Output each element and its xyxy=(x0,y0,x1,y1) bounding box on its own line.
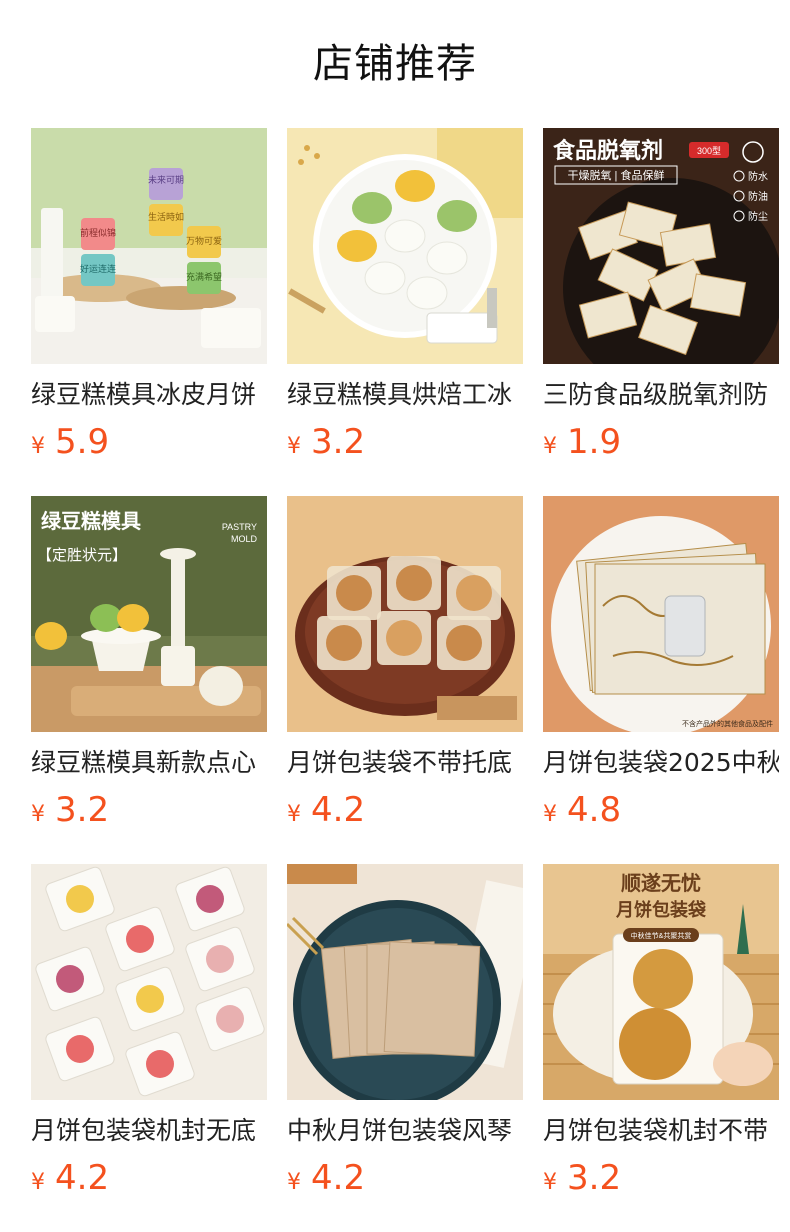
product-price: 4.2 xyxy=(311,790,366,830)
product-card[interactable]: 不含产品外的其他食品及配件 月饼包装袋2025中秋 ¥ 4.8 xyxy=(543,496,779,864)
currency-symbol: ¥ xyxy=(543,802,557,827)
mold-label: 充满希望 xyxy=(186,271,222,282)
product-price: 5.9 xyxy=(55,422,110,462)
product-price: 3.2 xyxy=(311,422,366,462)
colorful-pastries-image xyxy=(31,864,267,1100)
currency-symbol: ¥ xyxy=(287,1170,301,1195)
currency-symbol: ¥ xyxy=(31,1170,45,1195)
product-price: 3.2 xyxy=(55,790,110,830)
price-row: ¥ 5.9 xyxy=(31,420,267,464)
product-grid: 未来可期 生活時如 前程似锦 万物可爱 好运连连 充满希望 绿豆糕模具冰皮月饼 … xyxy=(31,128,790,1232)
price-row: ¥ 4.2 xyxy=(287,788,523,832)
currency-symbol: ¥ xyxy=(287,434,301,459)
mung-bean-molds-image: 未来可期 生活時如 前程似锦 万物可爱 好运连连 充满希望 xyxy=(31,128,267,364)
product-price: 4.8 xyxy=(567,790,622,830)
product-name[interactable]: 绿豆糕模具新款点心 xyxy=(31,746,267,780)
printed-bags-image: 顺遂无忧 月饼包装袋 中秋佳节&共聚共赏 xyxy=(543,864,779,1100)
product-image[interactable]: 顺遂无忧 月饼包装袋 中秋佳节&共聚共赏 xyxy=(543,864,779,1100)
product-name[interactable]: 中秋月饼包装袋风琴 xyxy=(287,1114,523,1148)
price-row: ¥ 3.2 xyxy=(287,420,523,464)
oxygen-absorber-image: 食品脱氧剂 300型 干燥脱氧 | 食品保鲜 防水 防油 防尘 xyxy=(543,128,779,364)
price-row: ¥ 4.8 xyxy=(543,788,779,832)
product-card[interactable]: 未来可期 生活時如 前程似锦 万物可爱 好运连连 充满希望 绿豆糕模具冰皮月饼 … xyxy=(31,128,267,496)
page-title: 店铺推荐 xyxy=(313,41,477,87)
product-image[interactable]: 食品脱氧剂 300型 干燥脱氧 | 食品保鲜 防水 防油 防尘 xyxy=(543,128,779,364)
corner-label: MOLD xyxy=(231,534,258,544)
product-image[interactable] xyxy=(287,496,523,732)
price-row: ¥ 4.2 xyxy=(287,1156,523,1200)
price-row: ¥ 1.9 xyxy=(543,420,779,464)
recommendation-page: 店铺推荐 未来可期 生活時如 前程似锦 万物可爱 好运连连 充满希望 绿豆糕模具… xyxy=(0,0,790,1232)
product-name[interactable]: 月饼包装袋2025中秋 xyxy=(543,746,779,780)
image-tagline: 干燥脱氧 | 食品保鲜 xyxy=(568,168,665,182)
product-name[interactable]: 三防食品级脱氧剂防 xyxy=(543,378,779,412)
cakes-on-plate-image xyxy=(287,128,523,364)
mold-label: 前程似锦 xyxy=(80,227,116,238)
image-headline: 食品脱氧剂 xyxy=(553,138,663,163)
product-image[interactable] xyxy=(287,128,523,364)
mooncakes-tray-image xyxy=(287,496,523,732)
product-name[interactable]: 月饼包装袋机封无底 xyxy=(31,1114,267,1148)
product-price: 4.2 xyxy=(55,1158,110,1198)
feature-label: 防尘 xyxy=(748,210,768,223)
product-image[interactable]: 不含产品外的其他食品及配件 xyxy=(543,496,779,732)
product-card[interactable]: 绿豆糕模具 【定胜状元】 PASTRY MOLD 绿豆糕模具新款点心 ¥ 3.2 xyxy=(31,496,267,864)
image-headline: 绿豆糕模具 xyxy=(41,509,141,533)
currency-symbol: ¥ xyxy=(543,1170,557,1195)
product-price: 1.9 xyxy=(567,422,622,462)
currency-symbol: ¥ xyxy=(543,434,557,459)
translucent-bags-image xyxy=(287,864,523,1100)
product-card[interactable]: 食品脱氧剂 300型 干燥脱氧 | 食品保鲜 防水 防油 防尘 三防食品级脱氧剂… xyxy=(543,128,779,496)
price-row: ¥ 4.2 xyxy=(31,1156,267,1200)
feature-label: 防水 xyxy=(748,170,768,183)
product-image[interactable]: 未来可期 生活時如 前程似锦 万物可爱 好运连连 充满希望 xyxy=(31,128,267,364)
product-card[interactable]: 顺遂无忧 月饼包装袋 中秋佳节&共聚共赏 月饼包装袋机封不带 ¥ 3.2 xyxy=(543,864,779,1232)
currency-symbol: ¥ xyxy=(287,802,301,827)
price-row: ¥ 3.2 xyxy=(543,1156,779,1200)
product-name[interactable]: 月饼包装袋不带托底 xyxy=(287,746,523,780)
product-price: 4.2 xyxy=(311,1158,366,1198)
mold-label: 万物可爱 xyxy=(186,235,222,246)
product-name[interactable]: 绿豆糕模具烘焙工冰 xyxy=(287,378,523,412)
gold-pattern-bags-image: 不含产品外的其他食品及配件 xyxy=(543,496,779,732)
product-card[interactable]: 月饼包装袋不带托底 ¥ 4.2 xyxy=(287,496,523,864)
image-headline: 顺遂无忧 xyxy=(621,871,701,895)
image-badge: 300型 xyxy=(697,146,721,156)
product-card[interactable]: 中秋月饼包装袋风琴 ¥ 4.2 xyxy=(287,864,523,1232)
pastry-mold-image: 绿豆糕模具 【定胜状元】 PASTRY MOLD xyxy=(31,496,267,732)
product-name[interactable]: 月饼包装袋机封不带 xyxy=(543,1114,779,1148)
corner-label: PASTRY xyxy=(222,522,257,532)
currency-symbol: ¥ xyxy=(31,434,45,459)
feature-label: 防油 xyxy=(748,190,768,203)
image-footnote: 不含产品外的其他食品及配件 xyxy=(682,719,773,728)
product-card[interactable]: 月饼包装袋机封无底 ¥ 4.2 xyxy=(31,864,267,1232)
price-row: ¥ 3.2 xyxy=(31,788,267,832)
product-name[interactable]: 绿豆糕模具冰皮月饼 xyxy=(31,378,267,412)
mold-label: 好运连连 xyxy=(80,263,116,274)
product-card[interactable]: 绿豆糕模具烘焙工冰 ¥ 3.2 xyxy=(287,128,523,496)
product-image[interactable]: 绿豆糕模具 【定胜状元】 PASTRY MOLD xyxy=(31,496,267,732)
product-price: 3.2 xyxy=(567,1158,622,1198)
currency-symbol: ¥ xyxy=(31,802,45,827)
image-label: 中秋佳节&共聚共赏 xyxy=(631,931,692,940)
image-subtitle: 【定胜状元】 xyxy=(37,547,127,564)
mold-label: 生活時如 xyxy=(148,211,184,222)
image-subtitle: 月饼包装袋 xyxy=(615,899,707,920)
mold-label: 未来可期 xyxy=(148,174,184,185)
product-image[interactable] xyxy=(31,864,267,1100)
product-image[interactable] xyxy=(287,864,523,1100)
